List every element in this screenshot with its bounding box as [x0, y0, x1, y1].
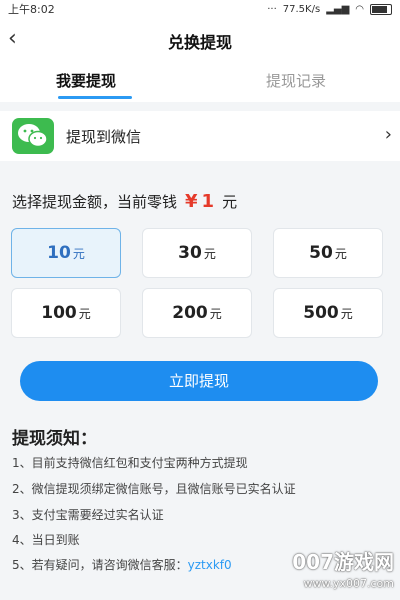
- amount-value: 30: [178, 243, 202, 263]
- note-item: 1、目前支持微信红包和支付宝两种方式提现: [12, 456, 248, 470]
- note-item: 3、支付宝需要经过实名认证: [12, 508, 164, 522]
- amount-option-500[interactable]: 500 元: [273, 288, 383, 338]
- customer-service-id: yztxkf0: [187, 558, 232, 572]
- withdraw-now-button[interactable]: 立即提现: [20, 361, 378, 401]
- amount-option-30[interactable]: 30 元: [142, 228, 252, 278]
- note-item: 2、微信提现须绑定微信账号，且微信账号已实名认证: [12, 482, 296, 496]
- status-dots: ···: [267, 3, 277, 15]
- status-bar: 上午8:02 ··· 77.5K/s ▂▄▆ ◠: [0, 0, 400, 18]
- page-title: 兑换提现: [167, 33, 232, 52]
- balance-prompt: 选择提现金额，当前零钱 ¥ 1 元: [12, 191, 237, 217]
- amount-unit: 元: [334, 247, 347, 261]
- amount-unit: 元: [203, 247, 216, 261]
- amount-option-50[interactable]: 50 元: [273, 228, 383, 278]
- amount-option-10[interactable]: 10 元: [11, 228, 121, 278]
- amount-value: 50: [309, 243, 333, 263]
- contact-prefix: 5、若有疑问，请咨询微信客服：: [12, 558, 188, 572]
- nav-bar: ‹ 兑换提现: [0, 18, 400, 62]
- withdraw-method-label: 提现到微信: [66, 128, 142, 146]
- note-item-contact: 5、若有疑问，请咨询微信客服：yztxkf0: [12, 556, 232, 573]
- balance-unit: 元: [222, 193, 238, 211]
- notes-title: 提现须知：: [12, 429, 97, 449]
- watermark-url: www.yx007.com: [303, 577, 394, 590]
- withdraw-method-row[interactable]: 提现到微信 ›: [0, 111, 400, 161]
- battery-icon: [370, 3, 392, 15]
- watermark-brand: 007游戏网: [292, 550, 394, 574]
- tab-bar: 我要提现 提现记录: [0, 62, 400, 102]
- balance-prompt-text: 选择提现金额，当前零钱: [12, 193, 178, 211]
- amount-value: 200: [172, 303, 208, 323]
- amount-value: 100: [41, 303, 77, 323]
- active-tab-indicator: [58, 96, 132, 99]
- currency-symbol: ¥: [185, 191, 198, 212]
- amount-grid: 10 元 30 元 50 元 100 元 200 元 500 元: [10, 228, 386, 342]
- tab-records[interactable]: 提现记录: [266, 70, 326, 91]
- wifi-icon: ◠: [355, 3, 364, 15]
- amount-value: 10: [47, 243, 71, 263]
- watermark: 007游戏网 www.yx007.com: [292, 546, 394, 590]
- amount-option-100[interactable]: 100 元: [11, 288, 121, 338]
- status-time: 上午8:02: [8, 3, 55, 16]
- signal-icon: ▂▄▆: [326, 3, 350, 15]
- chevron-right-icon: ›: [384, 124, 392, 145]
- amount-unit: 元: [209, 307, 222, 321]
- network-speed: 77.5K/s: [282, 3, 321, 15]
- amount-value: 500: [303, 303, 339, 323]
- amount-option-200[interactable]: 200 元: [142, 288, 252, 338]
- note-item: 4、当日到账: [12, 533, 80, 547]
- amount-unit: 元: [72, 247, 85, 261]
- wechat-icon: [12, 118, 54, 154]
- balance-amount: 1: [201, 191, 215, 212]
- tab-withdraw[interactable]: 我要提现: [56, 70, 116, 91]
- amount-unit: 元: [340, 307, 353, 321]
- amount-unit: 元: [78, 307, 91, 321]
